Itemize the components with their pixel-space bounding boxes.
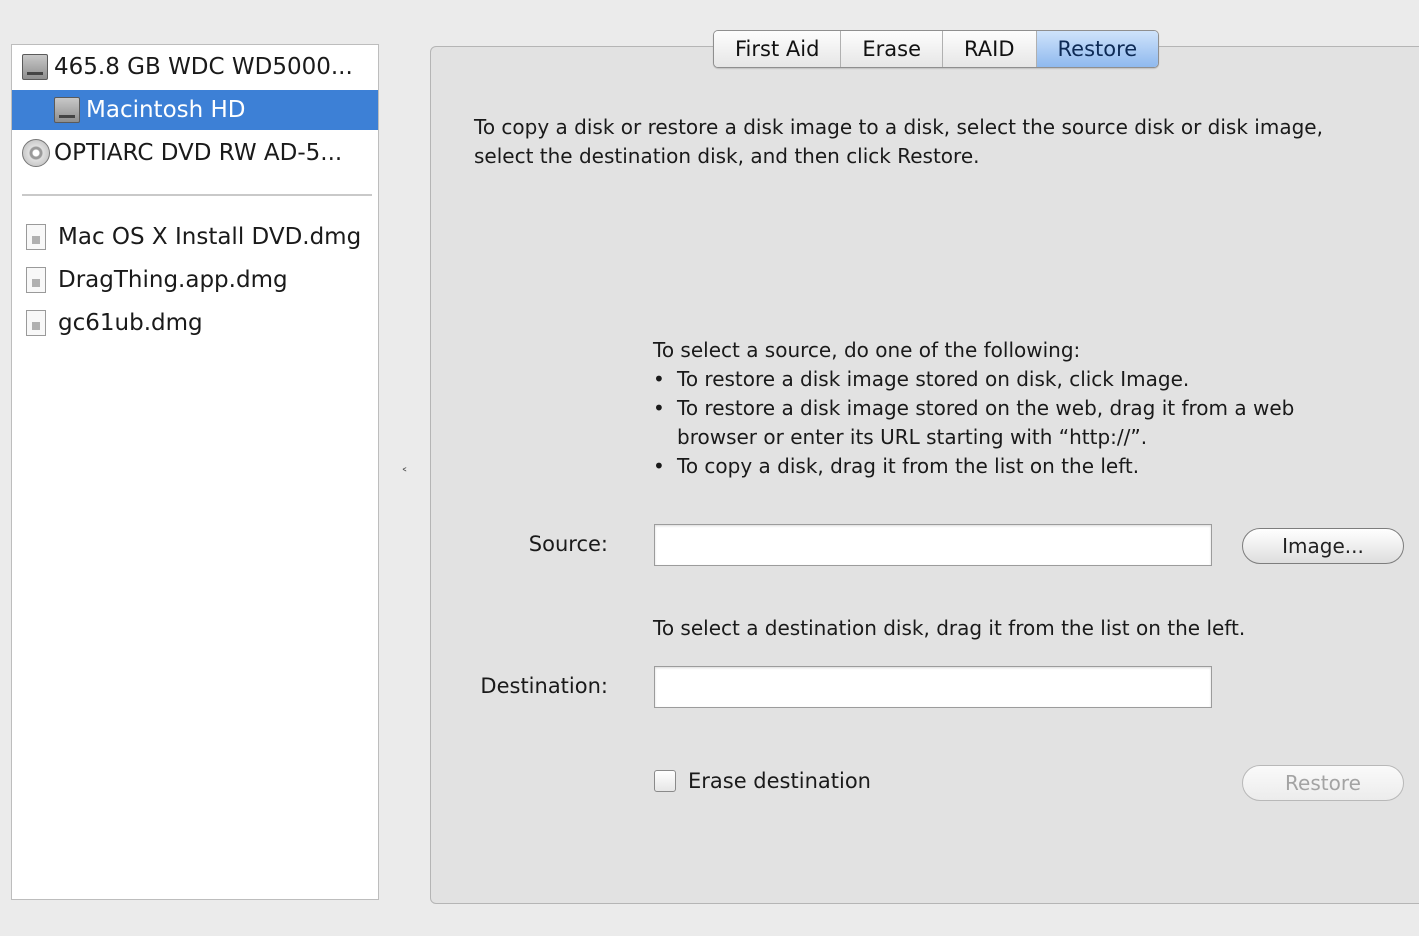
volume-icon bbox=[54, 97, 80, 123]
bullet-text: browser or enter its URL starting with “… bbox=[677, 425, 1148, 449]
sidebar-item-label: gc61ub.dmg bbox=[58, 310, 203, 336]
sidebar-item-label: OPTIARC DVD RW AD-5... bbox=[54, 140, 343, 166]
bullet-text: To restore a disk image stored on disk, … bbox=[677, 367, 1190, 391]
tab-bar: First Aid Erase RAID Restore bbox=[713, 30, 1160, 68]
image-button[interactable]: Image... bbox=[1242, 528, 1404, 564]
sidebar-item-disk-image[interactable]: gc61ub.dmg bbox=[12, 303, 392, 343]
source-label: Source: bbox=[528, 532, 608, 556]
erase-destination-label: Erase destination bbox=[688, 769, 871, 793]
hard-disk-icon bbox=[22, 54, 48, 80]
intro-line: To copy a disk or restore a disk image t… bbox=[474, 115, 1323, 139]
source-field[interactable] bbox=[654, 524, 1212, 566]
tab-first-aid[interactable]: First Aid bbox=[714, 31, 842, 67]
dvd-drive-icon bbox=[22, 139, 50, 167]
disk-image-icon bbox=[26, 224, 46, 250]
sidebar-item-disk-image[interactable]: Mac OS X Install DVD.dmg bbox=[12, 217, 392, 257]
erase-destination-checkbox[interactable] bbox=[654, 770, 676, 792]
restore-intro: To copy a disk or restore a disk image t… bbox=[474, 113, 1323, 171]
disk-image-icon bbox=[26, 310, 46, 336]
source-heading: To select a source, do one of the follow… bbox=[653, 338, 1081, 362]
sidebar-item-dvd-drive[interactable]: OPTIARC DVD RW AD-5... bbox=[12, 133, 388, 173]
source-option-bullet: To restore a disk image stored on disk, … bbox=[653, 365, 1294, 394]
destination-hint: To select a destination disk, drag it fr… bbox=[653, 616, 1246, 640]
source-instructions: To select a source, do one of the follow… bbox=[653, 336, 1294, 481]
tab-raid[interactable]: RAID bbox=[943, 31, 1037, 67]
bullet-text: To copy a disk, drag it from the list on… bbox=[677, 454, 1140, 478]
source-options-list: To restore a disk image stored on disk, … bbox=[653, 365, 1294, 481]
destination-label: Destination: bbox=[480, 674, 608, 698]
sidebar-item-hard-disk[interactable]: 465.8 GB WDC WD5000... bbox=[12, 47, 388, 87]
erase-destination-option[interactable]: Erase destination bbox=[654, 769, 871, 793]
disk-image-icon bbox=[26, 267, 46, 293]
destination-field[interactable] bbox=[654, 666, 1212, 708]
sidebar-item-label: Mac OS X Install DVD.dmg bbox=[58, 224, 362, 250]
disk-list-sidebar[interactable]: 465.8 GB WDC WD5000... Macintosh HD OPTI… bbox=[11, 44, 379, 900]
tab-erase[interactable]: Erase bbox=[841, 31, 944, 67]
sidebar-item-disk-image[interactable]: DragThing.app.dmg bbox=[12, 260, 392, 300]
bullet-text: To restore a disk image stored on the we… bbox=[677, 396, 1295, 420]
source-option-bullet: To copy a disk, drag it from the list on… bbox=[653, 452, 1294, 481]
split-view-handle[interactable]: ˂ bbox=[401, 467, 408, 483]
sidebar-item-label: DragThing.app.dmg bbox=[58, 267, 288, 293]
tab-restore[interactable]: Restore bbox=[1036, 31, 1159, 67]
restore-button[interactable]: Restore bbox=[1242, 765, 1404, 801]
sidebar-item-macintosh-hd[interactable]: Macintosh HD bbox=[12, 90, 378, 130]
source-option-bullet: To restore a disk image stored on the we… bbox=[653, 394, 1294, 452]
intro-line: select the destination disk, and then cl… bbox=[474, 144, 980, 168]
sidebar-item-label: 465.8 GB WDC WD5000... bbox=[54, 54, 353, 80]
sidebar-item-label: Macintosh HD bbox=[86, 97, 246, 123]
sidebar-divider bbox=[22, 194, 372, 196]
